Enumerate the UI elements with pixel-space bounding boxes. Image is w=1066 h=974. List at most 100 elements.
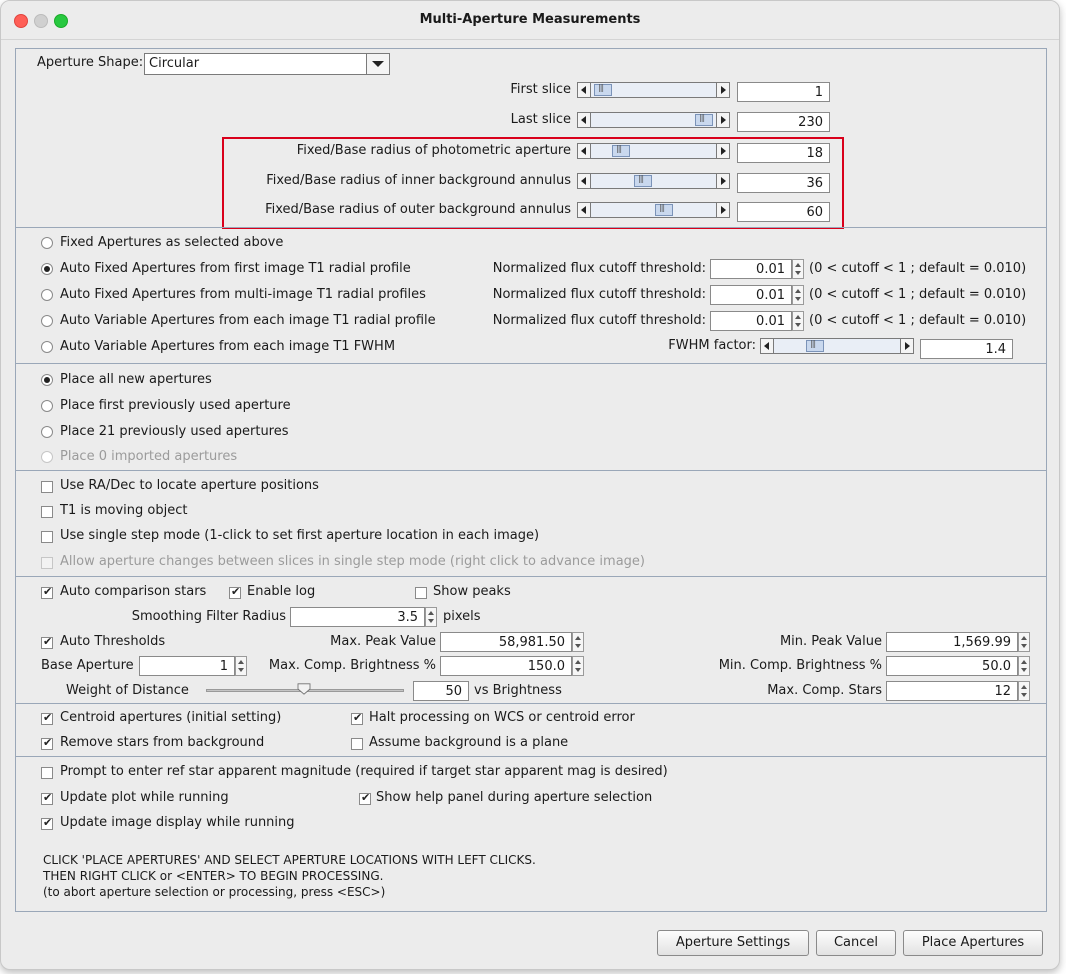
radio-place-all-new[interactable] (41, 374, 53, 386)
spinner-icon[interactable] (1018, 681, 1030, 701)
max-comp-field[interactable]: 150.0 (440, 656, 572, 676)
checkbox-show-help[interactable] (359, 791, 371, 805)
smoothing-field[interactable]: 3.5 (290, 607, 425, 627)
cancel-button[interactable]: Cancel (816, 930, 896, 956)
arrow-right-icon[interactable] (716, 113, 729, 127)
aperture-settings-button[interactable]: Aperture Settings (657, 930, 809, 956)
aperture-shape-value: Circular (149, 56, 200, 71)
radio-fixed[interactable] (41, 237, 53, 249)
last-slice-label: Last slice (510, 112, 571, 127)
checkbox-auto-comp[interactable] (41, 585, 53, 599)
radio-place-first-prev[interactable] (41, 400, 53, 412)
checkbox-allow-changes (41, 557, 53, 569)
instruction-line-2: THEN RIGHT CLICK or <ENTER> TO BEGIN PRO… (43, 869, 384, 883)
radio-auto-fixed-multi[interactable] (41, 289, 53, 301)
inner-annulus-slider[interactable] (577, 173, 730, 189)
checkbox-prompt-ref[interactable] (41, 767, 53, 779)
checkbox-moving[interactable] (41, 506, 53, 518)
spinner-icon[interactable] (792, 259, 804, 279)
radio-auto-fixed-first[interactable] (41, 263, 53, 275)
photometric-radius-slider[interactable] (577, 143, 730, 159)
base-aperture-field[interactable]: 1 (139, 656, 235, 676)
last-slice-field[interactable]: 230 (737, 112, 830, 132)
auto-var-fwhm-label: Auto Variable Apertures from each image … (60, 339, 396, 354)
cutoff-hint: (0 < cutoff < 1 ; default = 0.010) (809, 287, 1027, 302)
checkbox-centroid[interactable] (41, 711, 53, 725)
aperture-shape-dropdown[interactable]: Circular (144, 53, 390, 75)
checkbox-single-step[interactable] (41, 531, 53, 543)
slider-thumb[interactable] (634, 174, 652, 187)
arrow-right-icon[interactable] (716, 144, 729, 158)
spinner-icon[interactable] (425, 607, 437, 627)
spinner-icon[interactable] (792, 285, 804, 305)
checkbox-radec[interactable] (41, 481, 53, 493)
divider (16, 703, 1046, 704)
spinner-icon[interactable] (1018, 656, 1030, 676)
checkbox-show-peaks[interactable] (415, 587, 427, 599)
min-peak-field[interactable]: 1,569.99 (886, 632, 1018, 652)
settings-panel: Aperture Shape: Circular First slice 1 L… (15, 48, 1047, 912)
checkbox-enable-log[interactable] (229, 585, 241, 599)
arrow-left-icon[interactable] (578, 203, 591, 217)
assume-plane-label: Assume background is a plane (369, 735, 569, 750)
remove-stars-label: Remove stars from background (60, 735, 265, 750)
slider-thumb[interactable] (612, 144, 630, 157)
slider-thumb[interactable] (806, 339, 824, 352)
spinner-icon[interactable] (572, 656, 584, 676)
first-slice-slider[interactable] (577, 82, 730, 98)
divider (16, 363, 1046, 364)
last-slice-slider[interactable] (577, 112, 730, 128)
spinner-icon[interactable] (572, 632, 584, 652)
slider-thumb[interactable] (594, 83, 612, 96)
instruction-line-1: CLICK 'PLACE APERTURES' AND SELECT APERT… (43, 853, 536, 867)
cutoff-field[interactable]: 0.01 (710, 311, 792, 331)
arrow-right-icon[interactable] (716, 203, 729, 217)
arrow-left-icon[interactable] (578, 174, 591, 188)
weight-field[interactable]: 50 (413, 681, 469, 701)
checkbox-auto-thresholds[interactable] (41, 635, 53, 649)
radio-auto-var-radial[interactable] (41, 315, 53, 327)
outer-annulus-field[interactable]: 60 (737, 202, 830, 222)
cutoff-hint: (0 < cutoff < 1 ; default = 0.010) (809, 313, 1027, 328)
single-step-label: Use single step mode (1-click to set fir… (60, 528, 540, 543)
radio-auto-var-fwhm[interactable] (41, 341, 53, 353)
spinner-icon[interactable] (235, 656, 247, 676)
radio-place-21-prev[interactable] (41, 426, 53, 438)
auto-thresholds-label: Auto Thresholds (60, 634, 166, 649)
max-stars-field[interactable]: 12 (886, 681, 1018, 701)
checkbox-halt[interactable] (351, 711, 363, 725)
max-peak-label: Max. Peak Value (330, 634, 436, 649)
arrow-left-icon[interactable] (761, 339, 774, 353)
divider (16, 576, 1046, 577)
checkbox-assume-plane[interactable] (351, 738, 363, 750)
cutoff-field[interactable]: 0.01 (710, 259, 792, 279)
cutoff-label: Normalized flux cutoff threshold: (492, 313, 706, 328)
cutoff-field[interactable]: 0.01 (710, 285, 792, 305)
base-aperture-label: Base Aperture (41, 658, 134, 673)
arrow-left-icon[interactable] (578, 83, 591, 97)
arrow-left-icon[interactable] (578, 144, 591, 158)
weight-slider-thumb[interactable] (297, 683, 311, 695)
min-comp-field[interactable]: 50.0 (886, 656, 1018, 676)
inner-annulus-field[interactable]: 36 (737, 173, 830, 193)
photometric-radius-field[interactable]: 18 (737, 143, 830, 163)
outer-annulus-slider[interactable] (577, 202, 730, 218)
arrow-left-icon[interactable] (578, 113, 591, 127)
arrow-right-icon[interactable] (716, 174, 729, 188)
slider-thumb[interactable] (695, 113, 713, 126)
checkbox-update-plot[interactable] (41, 791, 53, 805)
slider-thumb[interactable] (655, 203, 673, 216)
place-apertures-button[interactable]: Place Apertures (903, 930, 1043, 956)
arrow-right-icon[interactable] (716, 83, 729, 97)
arrow-right-icon[interactable] (900, 339, 913, 353)
first-slice-field[interactable]: 1 (737, 82, 830, 102)
checkbox-remove-stars[interactable] (41, 736, 53, 750)
checkbox-update-image[interactable] (41, 816, 53, 830)
instruction-line-3: (to abort aperture selection or processi… (43, 885, 386, 899)
spinner-icon[interactable] (1018, 632, 1030, 652)
spinner-icon[interactable] (792, 311, 804, 331)
fwhm-field[interactable]: 1.4 (920, 339, 1013, 359)
max-peak-field[interactable]: 58,981.50 (440, 632, 572, 652)
fwhm-slider[interactable] (760, 338, 914, 354)
prompt-ref-label: Prompt to enter ref star apparent magnit… (60, 764, 668, 779)
